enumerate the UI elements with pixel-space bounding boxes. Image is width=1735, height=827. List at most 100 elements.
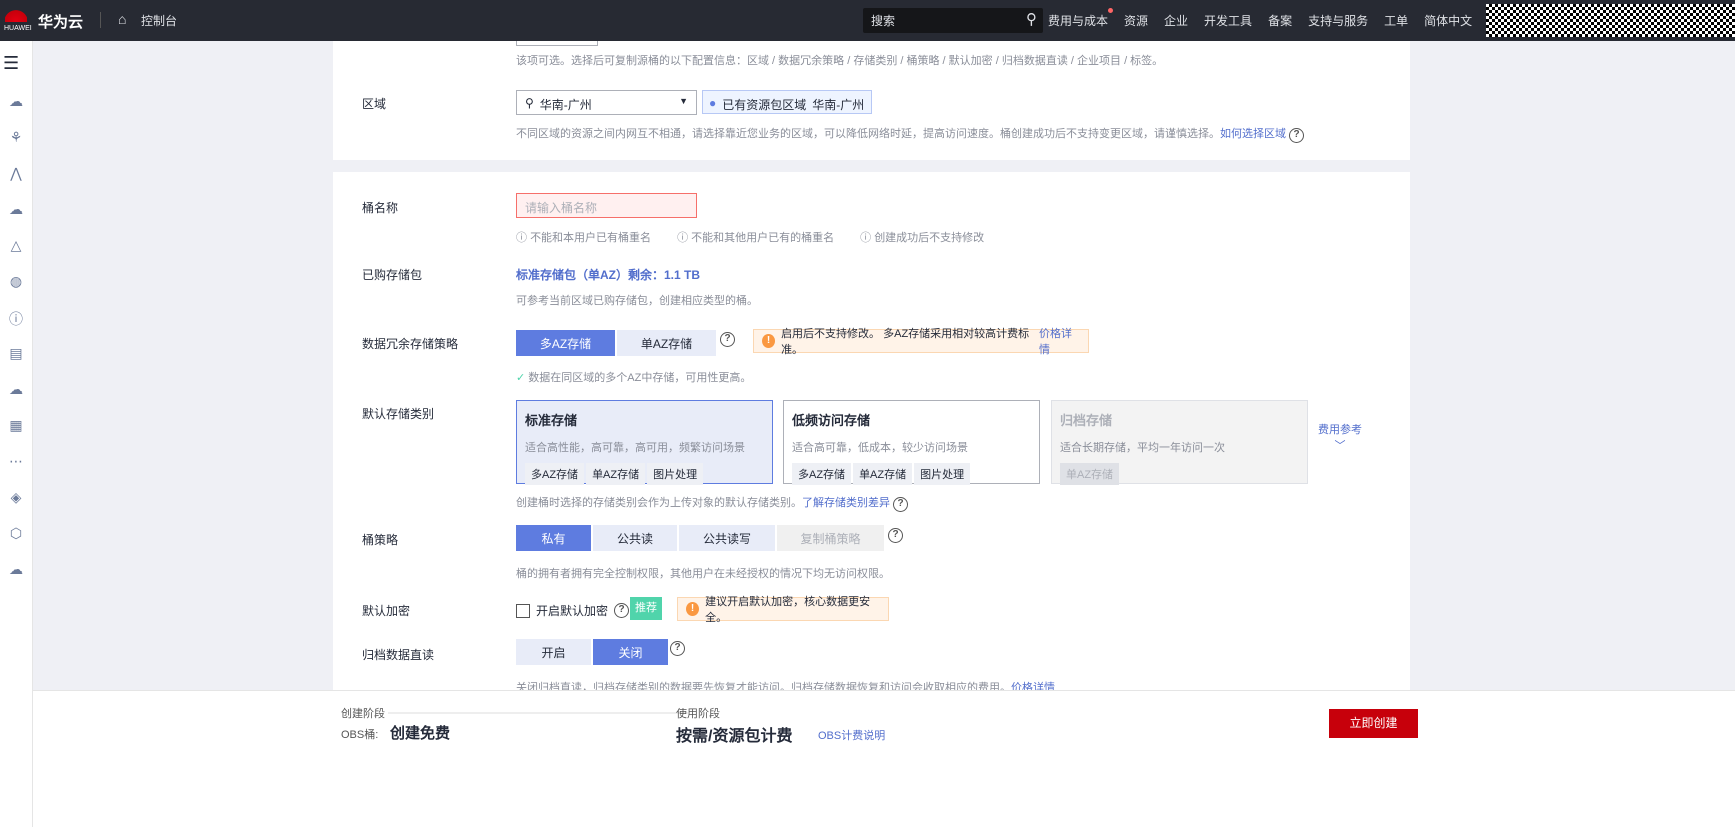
option-public-read[interactable]: 公共读: [593, 525, 677, 551]
tag: 单AZ存储: [1060, 463, 1120, 485]
copy-bucket-select[interactable]: [516, 41, 598, 46]
console-link[interactable]: 控制台: [141, 12, 177, 29]
encryption-checkbox[interactable]: 开启默认加密?: [516, 602, 630, 619]
storage-class-label: 默认存储类别: [362, 407, 435, 421]
target-icon[interactable]: ◈: [6, 489, 26, 509]
policy-label: 桶策略: [362, 533, 399, 547]
warning-icon: !: [686, 602, 700, 616]
tag: 多AZ存储: [792, 463, 852, 485]
region-value: 华南-广州: [539, 98, 592, 112]
top-bar: HUAWEI 华为云 ⌂ 控制台 搜索 ⚲ 费用与成本 资源 企业 开发工具 备案…: [0, 0, 1735, 41]
region-select[interactable]: ⚲ 华南-广州 ▼: [516, 90, 697, 115]
option-copy-policy: 复制桶策略: [777, 525, 884, 551]
how-to-choose-region-link[interactable]: 如何选择区域: [1220, 128, 1286, 140]
option-enable[interactable]: 开启: [516, 639, 591, 665]
nav-language[interactable]: 简体中文: [1424, 12, 1472, 29]
storage-card-archive[interactable]: 归档存储 适合长期存储，平均一年访问一次 单AZ存储: [1051, 400, 1308, 485]
footer-bar: 创建阶段 OBS桶: 创建免费 使用阶段 按需/资源包计费 OBS计费说明 立即…: [33, 690, 1735, 827]
help-icon[interactable]: ?: [670, 641, 685, 656]
option-disable[interactable]: 关闭: [593, 639, 668, 665]
policy-segment: 私有 公共读 公共读写 复制桶策略: [516, 525, 886, 551]
nav-icp[interactable]: 备案: [1268, 12, 1292, 29]
user-avatar[interactable]: [1486, 4, 1735, 37]
option-multi-az[interactable]: 多AZ存储: [516, 330, 615, 356]
redundancy-label: 数据冗余存储策略: [362, 337, 459, 351]
redundancy-hint: ✓ 数据在同区域的多个AZ中存储，可用性更高。: [516, 372, 752, 384]
storage-icon[interactable]: ▦: [6, 417, 26, 437]
ip-icon[interactable]: ⓘ: [6, 309, 26, 329]
storage-card-standard[interactable]: 标准存储 适合高性能，高可靠，高可用，频繁访问场景 多AZ存储 单AZ存储 图片处理: [516, 400, 773, 485]
warning-icon: !: [762, 334, 776, 348]
package-hint: 可参考当前区域已购存储包，创建相应类型的桶。: [516, 295, 758, 307]
policy-hint: 桶的拥有者拥有完全控制权限，其他用户在未经授权的情况下均无访问权限。: [516, 568, 890, 580]
cluster-icon[interactable]: ⚘: [6, 129, 26, 149]
package-label: 已购存储包: [362, 268, 423, 282]
hexagon-icon[interactable]: ⬡: [6, 525, 26, 545]
card-desc: 适合长期存储，平均一年访问一次: [1060, 442, 1225, 454]
huawei-logo[interactable]: HUAWEI: [4, 6, 32, 36]
checkbox[interactable]: [516, 603, 530, 618]
option-single-az[interactable]: 单AZ存储: [617, 330, 716, 356]
nav-devtools[interactable]: 开发工具: [1204, 12, 1252, 29]
brand-name[interactable]: 华为云: [38, 11, 83, 32]
billing-info-link[interactable]: OBS计费说明: [818, 727, 885, 743]
nav-enterprise[interactable]: 企业: [1164, 12, 1188, 29]
nav-support[interactable]: 支持与服务: [1308, 12, 1368, 29]
card-desc: 适合高性能，高可靠，高可用，频繁访问场景: [525, 442, 745, 454]
create-now-button[interactable]: 立即创建: [1329, 709, 1418, 738]
price-details-link[interactable]: 价格详情: [1039, 325, 1080, 357]
package-value[interactable]: 标准存储包（单AZ）剩余：1.1 TB: [516, 266, 700, 283]
menu-icon[interactable]: ☰: [3, 53, 19, 74]
nav-resources[interactable]: 资源: [1124, 12, 1148, 29]
search-input[interactable]: 搜索 ⚲: [863, 8, 1043, 33]
help-icon[interactable]: ?: [893, 497, 909, 512]
rule-3: ⓘ 创建成功后不支持修改: [860, 232, 985, 244]
bucket-name-rules: ⓘ 不能和本用户已有桶重名 ⓘ 不能和其他用户已有的桶重名 ⓘ 创建成功后不支持…: [516, 229, 984, 245]
nav-cost[interactable]: 费用与成本: [1048, 8, 1114, 29]
copy-hint: 该项可选。选择后可复制源桶的以下配置信息：区域 / 数据冗余策略 / 存储类别 …: [516, 55, 1164, 67]
bucket-name-label: 桶名称: [362, 201, 399, 215]
redundancy-warning: ! 启用后不支持修改。 多AZ存储采用相对较高计费标准。 价格详情: [753, 328, 1089, 356]
home-icon[interactable]: ⌂: [118, 11, 126, 27]
stage1-label: 创建阶段: [341, 708, 385, 720]
region-hint: 不同区域的资源之间内网互不相通，请选择靠近您业务的区域，可以降低网络时延，提高访…: [516, 125, 1305, 143]
top-nav: 费用与成本 资源 企业 开发工具 备案 支持与服务 工单 简体中文: [1048, 8, 1472, 29]
globe-icon[interactable]: ◍: [6, 273, 26, 293]
divider: [100, 12, 101, 28]
network-icon[interactable]: ⋀: [6, 165, 26, 185]
checkbox-label: 开启默认加密: [536, 604, 609, 618]
card-title: 低频访问存储: [792, 413, 871, 428]
fee-reference-link[interactable]: 费用参考 ﹀: [1318, 421, 1362, 453]
storage-class-diff-link[interactable]: 了解存储类别差异: [802, 497, 890, 509]
more-cloud-icon[interactable]: ⋯: [6, 453, 26, 473]
tag: 图片处理: [914, 463, 971, 485]
stage-divider: [388, 712, 688, 714]
region-label: 区域: [362, 97, 387, 111]
obs-label: OBS桶:: [341, 729, 379, 741]
stage1-value: 创建免费: [390, 725, 451, 742]
notification-dot: [1108, 8, 1114, 13]
pyramid-icon[interactable]: △: [6, 237, 26, 257]
cloud-check-icon[interactable]: ☁: [6, 201, 26, 221]
option-public-read-write[interactable]: 公共读写: [679, 525, 775, 551]
search-icon[interactable]: ⚲: [1026, 10, 1037, 28]
help-icon[interactable]: ?: [888, 528, 903, 543]
card-title: 标准存储: [525, 413, 578, 428]
storage-card-infrequent[interactable]: 低频访问存储 适合高可靠，低成本，较少访问场景 多AZ存储 单AZ存储 图片处理: [783, 400, 1040, 485]
cloud-icon[interactable]: ☁: [6, 381, 26, 401]
help-icon[interactable]: ?: [614, 603, 630, 618]
option-private[interactable]: 私有: [516, 525, 591, 551]
cloud-upload-icon[interactable]: ☁: [6, 561, 26, 581]
tag: 图片处理: [647, 463, 704, 485]
nav-tickets[interactable]: 工单: [1384, 12, 1408, 29]
help-icon[interactable]: ?: [1289, 128, 1305, 143]
tag: 多AZ存储: [525, 463, 585, 485]
cloud-service-icon[interactable]: ☁: [6, 93, 26, 113]
card-title: 归档存储: [1060, 413, 1113, 428]
tag: 单AZ存储: [853, 463, 913, 485]
bucket-name-input[interactable]: 请输入桶名称: [516, 193, 697, 218]
rule-2: ⓘ 不能和其他用户已有的桶重名: [677, 232, 835, 244]
encryption-label: 默认加密: [362, 604, 411, 618]
help-icon[interactable]: ?: [720, 332, 735, 347]
document-icon[interactable]: ▤: [6, 345, 26, 365]
